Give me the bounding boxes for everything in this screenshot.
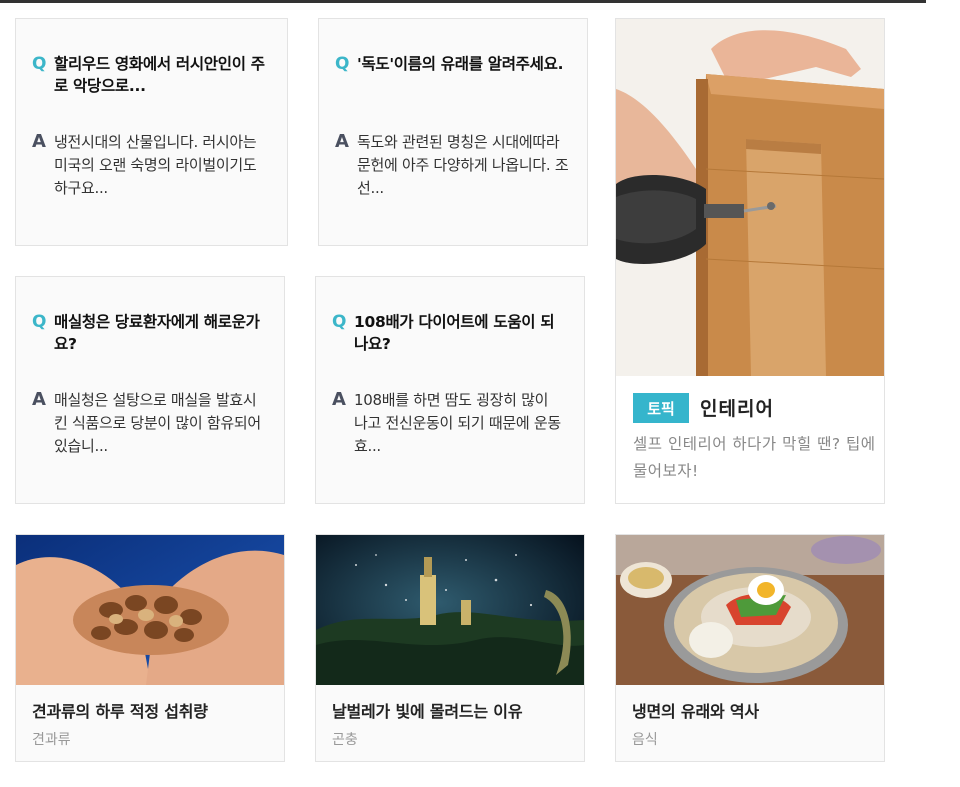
image-card-title: 냉면의 유래와 역사 bbox=[632, 702, 759, 721]
image-card-category: 음식 bbox=[632, 732, 658, 748]
question-mark-icon: Q bbox=[32, 312, 47, 332]
answer-text: 매실청은 설탕으로 매실을 발효시킨 식품으로 당분이 많이 함유되어 있습니.… bbox=[54, 391, 261, 455]
answer-mark-icon: A bbox=[335, 131, 349, 152]
naengmyeon-photo bbox=[616, 535, 884, 685]
topic-badge: 토픽 bbox=[633, 393, 689, 423]
drill-wood-photo bbox=[616, 19, 884, 376]
question-mark-icon: Q bbox=[335, 54, 350, 74]
question-row: Q 108배가 다이어트에 도움이 되나요? bbox=[332, 311, 566, 355]
answer-row: A 108배를 하면 땀도 굉장히 많이 나고 전신운동이 되기 때문에 운동 … bbox=[332, 389, 566, 458]
qa-card-hollywood[interactable]: Q 할리우드 영화에서 러시안인이 주로 악당으로... A 냉전시대의 산물입… bbox=[15, 18, 288, 246]
image-card-nuts[interactable]: 견과류의 하루 적정 섭취량 견과류 bbox=[15, 534, 285, 762]
answer-row: A 독도와 관련된 명칭은 시대에따라 문헌에 아주 다양하게 나옵니다. 조선… bbox=[335, 131, 569, 200]
nuts-photo bbox=[16, 535, 284, 685]
answer-text: 108배를 하면 땀도 굉장히 많이 나고 전신운동이 되기 때문에 운동 효.… bbox=[354, 391, 561, 455]
qa-card-dokdo[interactable]: Q '독도'이름의 유래를 알려주세요. A 독도와 관련된 명칭은 시대에따라… bbox=[318, 18, 588, 246]
question-mark-icon: Q bbox=[332, 312, 347, 332]
image-card-category: 곤충 bbox=[332, 732, 358, 748]
question-row: Q '독도'이름의 유래를 알려주세요. bbox=[335, 53, 569, 75]
question-mark-icon: Q bbox=[32, 54, 47, 74]
image-card-naengmyeon[interactable]: 냉면의 유래와 역사 음식 bbox=[615, 534, 885, 762]
question-text: '독도'이름의 유래를 알려주세요. bbox=[357, 55, 564, 73]
night-light-photo bbox=[316, 535, 584, 685]
answer-row: A 냉전시대의 산물입니다. 러시아는 미국의 오랜 숙명의 라이벌이기도 하구… bbox=[32, 131, 269, 200]
image-card-insects[interactable]: 날벌레가 빛에 몰려드는 이유 곤충 bbox=[315, 534, 585, 762]
qa-card-maesil[interactable]: Q 매실청은 당료환자에게 해로운가요? A 매실청은 설탕으로 매실을 발효시… bbox=[15, 276, 285, 504]
topic-card-interior[interactable]: 토픽 인테리어 셀프 인테리어 하다가 막힐 땐? 팁에 물어보자! bbox=[615, 18, 885, 504]
qa-card-108bae[interactable]: Q 108배가 다이어트에 도움이 되나요? A 108배를 하면 땀도 굉장히… bbox=[315, 276, 585, 504]
question-row: Q 할리우드 영화에서 러시안인이 주로 악당으로... bbox=[32, 53, 269, 97]
image-card-title: 견과류의 하루 적정 섭취량 bbox=[32, 702, 208, 721]
answer-mark-icon: A bbox=[32, 131, 46, 152]
topic-title: 인테리어 bbox=[700, 398, 774, 420]
image-card-title: 날벌레가 빛에 몰려드는 이유 bbox=[332, 702, 523, 721]
question-text: 108배가 다이어트에 도움이 되나요? bbox=[354, 313, 555, 353]
question-text: 할리우드 영화에서 러시안인이 주로 악당으로... bbox=[54, 55, 265, 95]
image-card-category: 견과류 bbox=[32, 732, 71, 748]
answer-text: 독도와 관련된 명칭은 시대에따라 문헌에 아주 다양하게 나옵니다. 조선..… bbox=[357, 133, 569, 197]
question-text: 매실청은 당료환자에게 해로운가요? bbox=[54, 313, 260, 353]
top-divider bbox=[0, 0, 926, 3]
answer-mark-icon: A bbox=[32, 389, 46, 410]
answer-text: 냉전시대의 산물입니다. 러시아는 미국의 오랜 숙명의 라이벌이기도 하구요.… bbox=[54, 133, 257, 197]
question-row: Q 매실청은 당료환자에게 해로운가요? bbox=[32, 311, 266, 355]
answer-mark-icon: A bbox=[332, 389, 346, 410]
topic-description: 셀프 인테리어 하다가 막힐 땐? 팁에 물어보자! bbox=[633, 435, 876, 480]
answer-row: A 매실청은 설탕으로 매실을 발효시킨 식품으로 당분이 많이 함유되어 있습… bbox=[32, 389, 266, 458]
